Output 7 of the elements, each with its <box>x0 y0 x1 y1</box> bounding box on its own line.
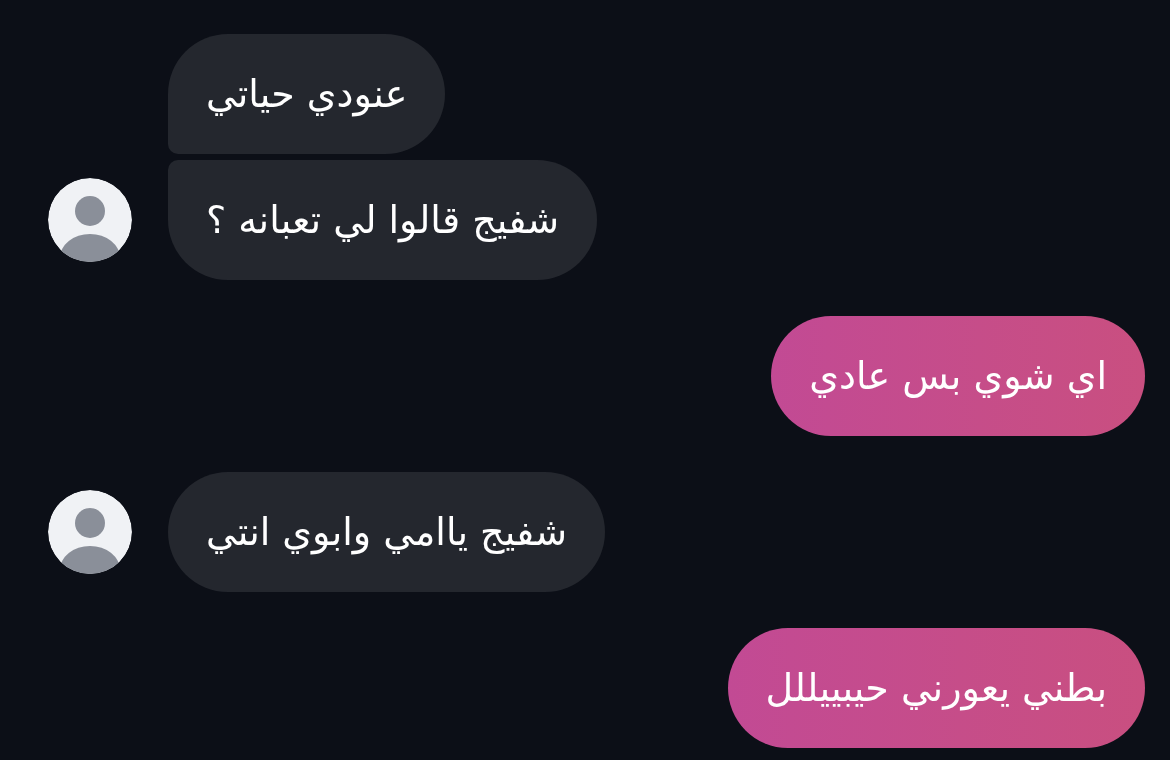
message-bubble: اي شوي بس عادي <box>771 316 1145 436</box>
avatar-icon <box>48 178 132 262</box>
message-bubble: شفيج قالوا لي تعبانه ؟ <box>168 160 598 280</box>
avatar-icon <box>48 490 132 574</box>
message-bubble: شفيج ياامي وابوي انتي <box>168 472 606 592</box>
message-bubble: بطني يعورني حيبييللل <box>727 628 1145 748</box>
message-bubble: عنودي حياتي <box>168 34 446 154</box>
